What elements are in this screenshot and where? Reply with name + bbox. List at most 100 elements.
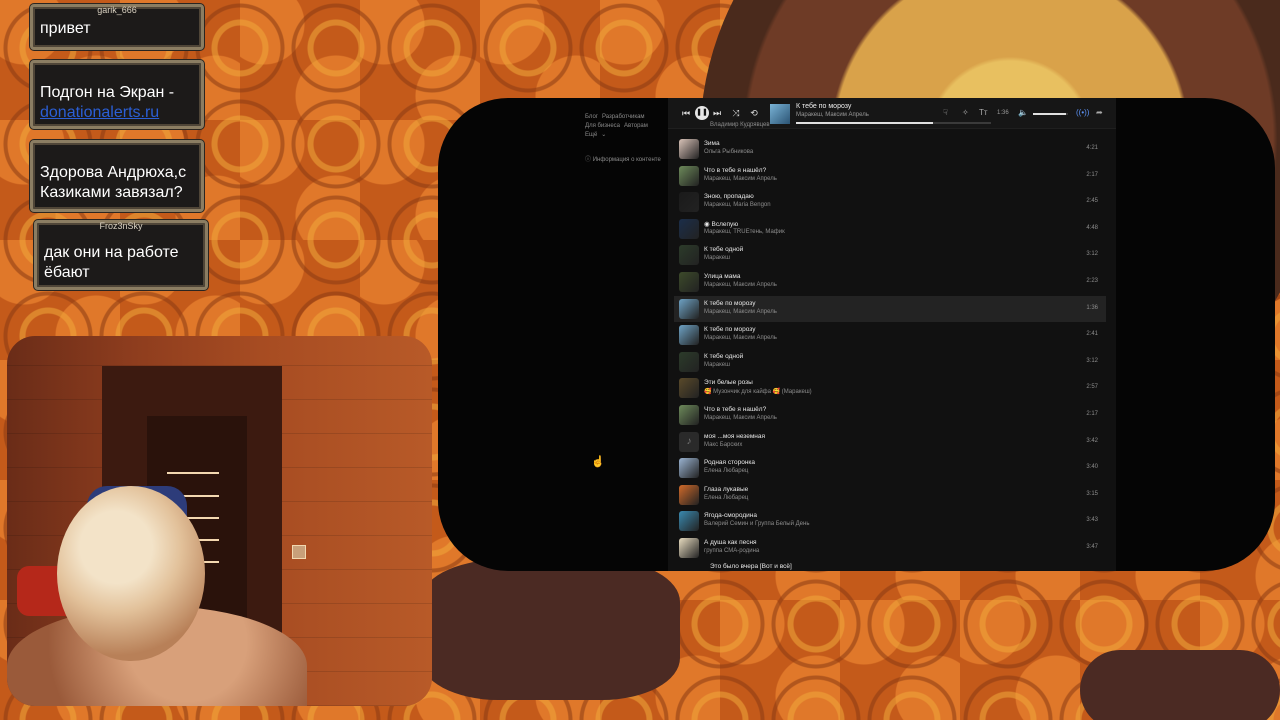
track-title[interactable]: ◉ Вслепую (704, 220, 738, 228)
track-title[interactable]: моя ...моя неземная (704, 433, 765, 440)
track-title[interactable]: Зима (704, 140, 720, 147)
repeat-icon[interactable]: ⟲ (748, 107, 760, 119)
next-icon[interactable]: ⏭ (711, 107, 723, 119)
track-cover[interactable] (679, 538, 699, 558)
link-developers[interactable]: Разработчикам (602, 114, 645, 120)
track-artist[interactable]: группа СМА-родина (704, 548, 759, 554)
track-cover[interactable] (679, 351, 699, 372)
track-row[interactable]: Ягода-смородина Валерий Семин и Группа Бе… (674, 508, 1106, 534)
track-artist[interactable]: Елена Любарец (704, 495, 748, 501)
chat-link[interactable]: donationalerts.ru (40, 103, 195, 123)
track-artist[interactable]: Маракеш, Максим Апрель (704, 335, 777, 341)
track-artist[interactable]: 🥰 Музончик для кайфа 🥰 (Маракеш) (704, 388, 812, 395)
track-row[interactable]: ◉ Вслепую Маракеш, TRUEтень, Мафик 4:48 (674, 216, 1106, 242)
track-artist[interactable]: Маракеш (704, 362, 730, 368)
partial-track-title[interactable]: Это было вчера [Вот и всё] (710, 563, 792, 570)
track-title[interactable]: К тебе по морозу (704, 300, 755, 307)
track-duration: 3:47 (1086, 544, 1098, 550)
track-title[interactable]: Родная сторонка (704, 459, 755, 466)
track-cover[interactable] (679, 272, 699, 292)
track-row[interactable]: Зима Ольга Рыбникова 4:21 (674, 136, 1106, 162)
track-cover[interactable] (679, 458, 699, 479)
track-row[interactable]: Что в тебе я нашёл? Маракеш, Максим Апрел… (674, 402, 1106, 428)
mouse-cursor: ☝ (591, 456, 605, 468)
link-authors[interactable]: Авторам (624, 123, 648, 129)
track-title[interactable]: Улица мама (704, 273, 740, 280)
track-cover[interactable] (679, 325, 699, 346)
track-row[interactable]: К тебе по морозу Маракеш, Максим Апрель 2:… (674, 322, 1106, 348)
track-row[interactable]: А душа как песня группа СМА-родина 3:47 (674, 535, 1106, 561)
track-row[interactable]: Эти белые розы 🥰 Музончик для кайфа 🥰 (Ма… (674, 375, 1106, 401)
lyrics-icon[interactable]: Tт (979, 108, 988, 117)
track-artist[interactable]: Маракеш, Максим Апрель (704, 415, 777, 421)
track-row[interactable]: Что в тебе я нашёл? Маракеш, Максим Апрел… (674, 163, 1106, 189)
track-cover[interactable] (679, 218, 699, 239)
track-artist[interactable]: Ольга Рыбникова (704, 149, 753, 155)
track-row[interactable]: К тебе одной Маракеш 3:12 (674, 349, 1106, 375)
broadcast-icon[interactable]: ((•)) (1076, 108, 1089, 117)
person-head (57, 486, 205, 661)
track-title[interactable]: К тебе по морозу (704, 326, 755, 333)
track-artist[interactable]: Маракеш, Maria Bengon (704, 202, 771, 208)
track-artist[interactable]: Маракеш, TRUEтень, Мафик (704, 229, 785, 235)
now-playing-title[interactable]: К тебе по морозу (796, 103, 851, 110)
chat-message: Подгон на Экран - donationalerts.ru (30, 60, 204, 129)
now-playing-cover[interactable] (770, 104, 790, 124)
track-cover[interactable] (679, 245, 699, 266)
pause-icon[interactable]: ❚❚ (695, 106, 709, 120)
track-duration: 4:48 (1086, 224, 1098, 231)
track-cover[interactable] (679, 192, 699, 213)
track-title[interactable]: К тебе одной (704, 353, 743, 360)
link-business[interactable]: Для бизнеса (585, 123, 620, 129)
shuffle-icon[interactable]: ⤨ (730, 107, 742, 119)
track-title[interactable]: Что в тебе я нашёл? (704, 167, 766, 174)
track-artist[interactable]: Маракеш (704, 255, 730, 261)
track-duration: 3:40 (1086, 464, 1098, 471)
content-info-label: Информация о контенте (592, 157, 661, 163)
dislike-icon[interactable]: ☟ (943, 108, 948, 117)
chat-message: garik_666 привет (30, 4, 204, 50)
track-duration: 3:43 (1086, 517, 1098, 524)
track-cover[interactable] (679, 484, 699, 505)
track-row[interactable]: Улица мама Маракеш, Максим Апрель 2:23 (674, 269, 1106, 295)
track-cover[interactable] (679, 139, 699, 159)
track-artist[interactable]: Елена Любарец (704, 468, 748, 474)
sparkle-icon[interactable]: ✧ (962, 108, 969, 117)
track-title[interactable]: К тебе одной (704, 246, 743, 253)
track-cover[interactable] (679, 165, 699, 186)
light-switch (292, 545, 306, 559)
track-artist[interactable]: Маракеш, Максим Апрель (704, 282, 777, 288)
track-title[interactable]: А душа как песня (704, 539, 757, 546)
track-artist[interactable]: Валерий Семин и Группа Белый День (704, 521, 809, 527)
volume-icon[interactable]: 🔈 (1018, 108, 1028, 117)
track-cover[interactable] (679, 378, 699, 399)
browser-window: Блог Разработчикам Для бизнеса Авторам Ещё… (438, 98, 1275, 571)
chat-username: Froz3nSky (99, 221, 143, 231)
track-row[interactable]: Зною, пропадаю Маракеш, Maria Bengon 2:45 (674, 189, 1106, 215)
track-title[interactable]: Ягода-смородина (704, 512, 757, 519)
link-blog[interactable]: Блог (585, 114, 598, 120)
track-artist[interactable]: Маракеш, Максим Апрель (704, 309, 777, 315)
previous-icon[interactable]: ⏮ (680, 107, 692, 119)
track-artist[interactable]: Макс Барских (704, 442, 742, 448)
link-more[interactable]: Ещё (585, 132, 597, 138)
track-artist[interactable]: Маракеш, Максим Апрель (704, 176, 777, 182)
track-cover[interactable] (679, 511, 699, 532)
music-note-icon[interactable]: ♪ (679, 431, 699, 452)
share-icon[interactable]: ➦ (1096, 108, 1103, 117)
track-row[interactable]: ♪ моя ...моя неземная Макс Барских 3:42 (674, 429, 1106, 455)
track-title[interactable]: Что в тебе я нашёл? (704, 406, 766, 413)
volume-slider[interactable] (1033, 113, 1068, 115)
track-title[interactable]: Глаза лукавые (704, 486, 748, 493)
track-row[interactable]: К тебе одной Маракеш 3:12 (674, 242, 1106, 268)
content-info[interactable]: ⓘ Информация о контенте (585, 154, 661, 163)
track-row[interactable]: Глаза лукавые Елена Любарец 3:15 (674, 482, 1106, 508)
track-row[interactable]: К тебе по морозу Маракеш, Максим Апрель 1:… (674, 295, 1106, 322)
track-title[interactable]: Зною, пропадаю (704, 193, 754, 200)
track-title[interactable]: Эти белые розы (704, 379, 753, 386)
track-row[interactable]: Родная сторонка Елена Любарец 3:40 (674, 455, 1106, 481)
track-cover[interactable] (679, 405, 699, 425)
now-playing-artist[interactable]: Маракеш, Максим Апрель (796, 112, 869, 118)
progress-bar[interactable] (796, 122, 991, 124)
track-cover[interactable] (679, 298, 699, 319)
